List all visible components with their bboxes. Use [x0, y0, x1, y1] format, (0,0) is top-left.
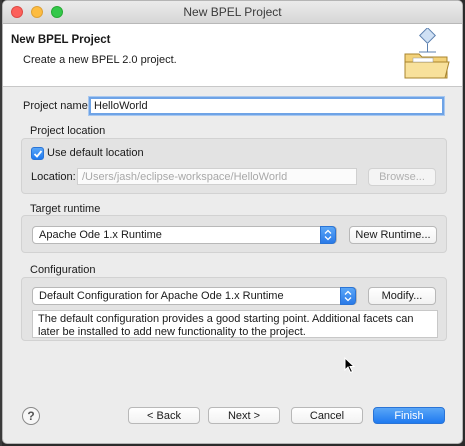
wizard-banner: New BPEL Project Create a new BPEL 2.0 p… [3, 24, 462, 87]
new-bpel-project-dialog: New BPEL Project New BPEL Project Create… [2, 0, 463, 444]
wizard-page-title: New BPEL Project [11, 34, 111, 46]
dropdown-chevron-icon [340, 287, 356, 305]
project-name-input[interactable]: HelloWorld [89, 97, 444, 115]
modify-button[interactable]: Modify... [368, 287, 436, 305]
wizard-page-description: Create a new BPEL 2.0 project. [23, 54, 177, 66]
target-runtime-group: Apache Ode 1.x Runtime New Runtime... [21, 215, 447, 253]
target-runtime-group-label: Target runtime [30, 203, 101, 215]
finish-button[interactable]: Finish [373, 407, 445, 424]
new-project-folder-icon [404, 28, 450, 79]
checkmark-icon [33, 150, 43, 158]
dropdown-chevron-icon [320, 226, 336, 244]
back-button[interactable]: < Back [128, 407, 200, 424]
configuration-selected-value: Default Configuration for Apache Ode 1.x… [39, 290, 284, 302]
new-runtime-button[interactable]: New Runtime... [349, 226, 437, 244]
next-button[interactable]: Next > [208, 407, 280, 424]
target-runtime-select[interactable]: Apache Ode 1.x Runtime [32, 226, 337, 244]
project-location-group-label: Project location [30, 125, 106, 137]
help-icon[interactable]: ? [22, 407, 40, 425]
configuration-group-label: Configuration [30, 264, 96, 276]
location-label: Location: [31, 171, 76, 183]
configuration-description: The default configuration provides a goo… [32, 310, 438, 338]
title-bar: New BPEL Project [3, 1, 462, 24]
use-default-location-label: Use default location [47, 147, 144, 159]
mouse-cursor-icon [344, 357, 356, 374]
location-input[interactable]: /Users/jash/eclipse-workspace/HelloWorld [77, 168, 357, 185]
window-title: New BPEL Project [183, 5, 282, 19]
configuration-select[interactable]: Default Configuration for Apache Ode 1.x… [32, 287, 357, 305]
browse-button[interactable]: Browse... [368, 168, 436, 186]
use-default-location-checkbox[interactable] [31, 147, 44, 160]
project-location-group: Use default location Location: /Users/ja… [21, 138, 447, 194]
configuration-group: Default Configuration for Apache Ode 1.x… [21, 277, 447, 341]
target-runtime-selected-value: Apache Ode 1.x Runtime [39, 229, 162, 241]
cancel-button[interactable]: Cancel [291, 407, 363, 424]
project-name-label: Project name: [23, 100, 91, 112]
